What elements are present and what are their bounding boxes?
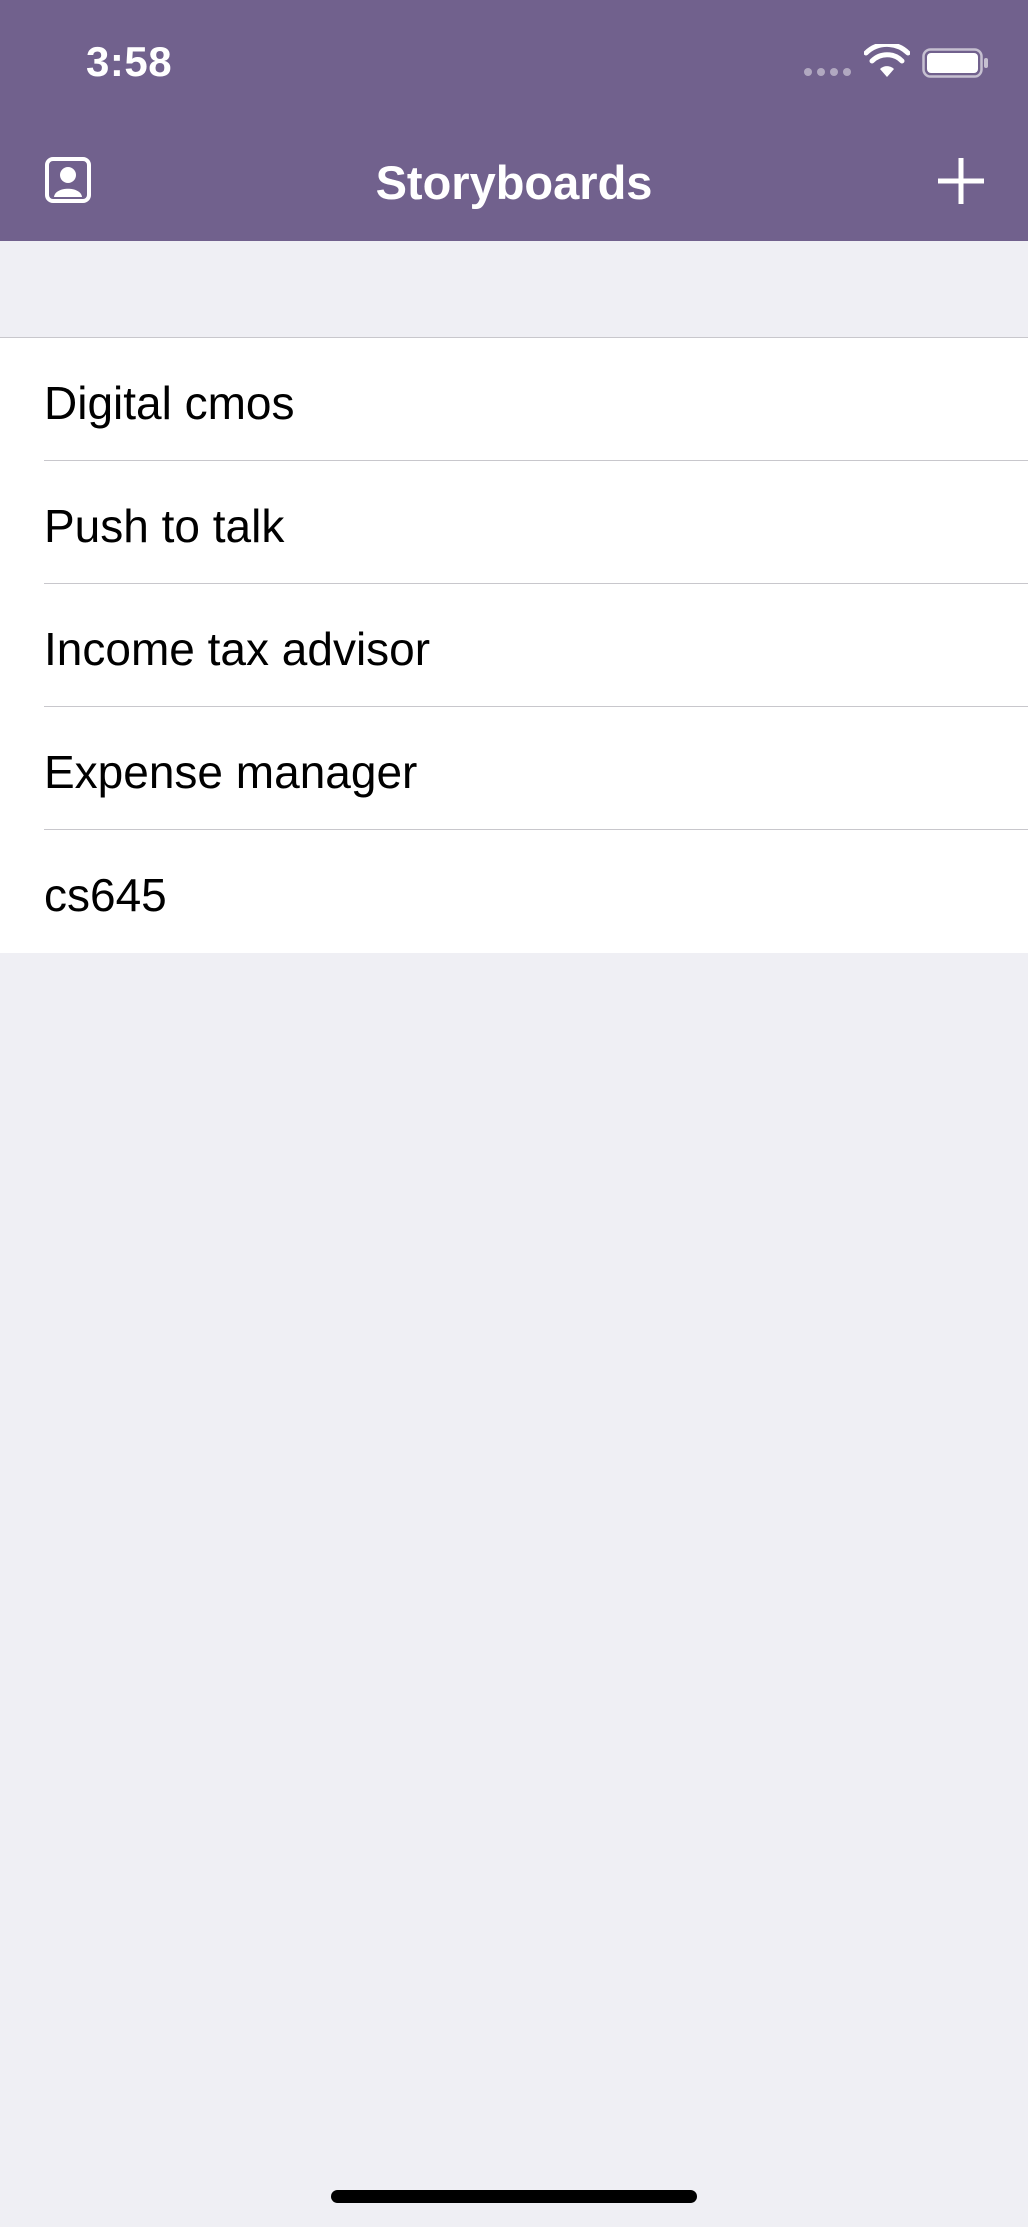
cellular-signal-icon bbox=[804, 68, 851, 76]
storyboard-name: Digital cmos bbox=[44, 377, 295, 429]
home-indicator[interactable] bbox=[331, 2190, 697, 2203]
plus-icon[interactable] bbox=[936, 156, 986, 206]
list-item[interactable]: Income tax advisor bbox=[0, 584, 1028, 707]
list-item[interactable]: Expense manager bbox=[0, 707, 1028, 830]
storyboard-name: Income tax advisor bbox=[44, 623, 431, 675]
storyboard-name: cs645 bbox=[44, 869, 167, 921]
navigation-header: 3:58 Storyboards bbox=[0, 0, 1028, 241]
wifi-icon bbox=[864, 44, 910, 77]
storyboard-list: Digital cmos Push to talk Income tax adv… bbox=[0, 337, 1028, 953]
status-time: 3:58 bbox=[86, 38, 173, 85]
list-item[interactable]: Digital cmos bbox=[0, 338, 1028, 461]
battery-icon bbox=[922, 48, 988, 78]
page-title: Storyboards bbox=[375, 156, 653, 209]
list-item[interactable]: Push to talk bbox=[0, 461, 1028, 584]
storyboard-name: Push to talk bbox=[44, 500, 285, 552]
list-item[interactable]: cs645 bbox=[0, 830, 1028, 953]
storyboard-name: Expense manager bbox=[44, 746, 418, 798]
